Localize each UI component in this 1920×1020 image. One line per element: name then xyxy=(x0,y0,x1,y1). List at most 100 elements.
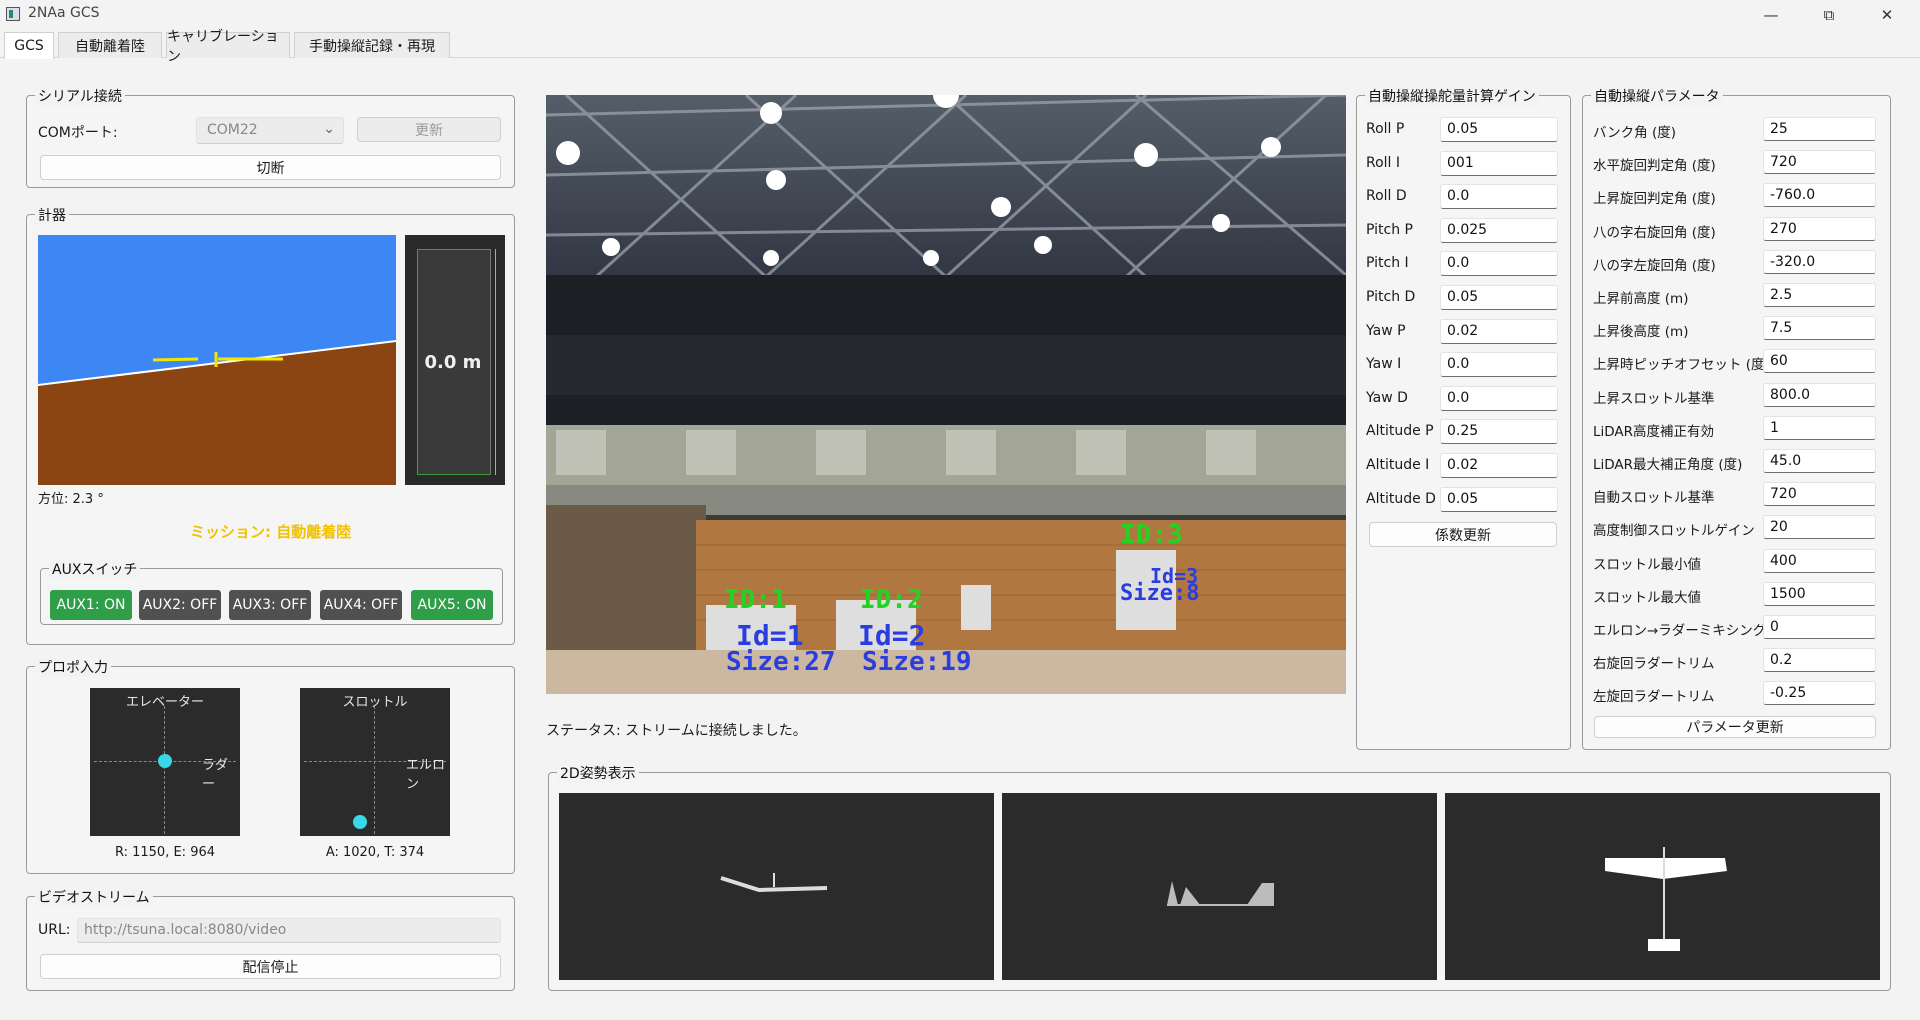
marker-2-size: Size:19 xyxy=(862,647,972,677)
left-stick-readout: R: 1150, E: 964 xyxy=(114,845,216,860)
tab-calibration[interactable]: キャリブレーション xyxy=(166,29,290,65)
gain-input[interactable]: 0.0 xyxy=(1440,352,1558,378)
param-label: 上昇スロットル基準 xyxy=(1593,390,1715,407)
wing-left xyxy=(152,357,199,362)
param-label: 自動スロットル基準 xyxy=(1593,490,1715,507)
param-label: LiDAR最大補正角度 (度) xyxy=(1593,457,1743,473)
param-label: エルロン→ラダーミキシング xyxy=(1593,623,1767,639)
param-label: 上昇時ピッチオフセット (度) xyxy=(1593,357,1770,374)
maximize-icon[interactable]: ⧉ xyxy=(1806,2,1852,28)
param-input[interactable]: 0.2 xyxy=(1763,648,1876,673)
gain-input[interactable]: 0.05 xyxy=(1440,285,1558,310)
param-input[interactable]: -0.25 xyxy=(1763,681,1876,706)
marker-1-size: Size:27 xyxy=(726,647,836,677)
aux-group-title: AUXスイッチ xyxy=(49,559,141,579)
url-input[interactable]: http://tsuna.local:8080/video xyxy=(77,918,501,943)
gain-input[interactable]: 001 xyxy=(1440,150,1558,176)
close-icon[interactable]: ✕ xyxy=(1864,2,1910,28)
app-icon xyxy=(6,7,20,21)
marker-2-id: ID:2 xyxy=(860,585,923,615)
refresh-button[interactable]: 更新 xyxy=(357,117,501,142)
param-input[interactable]: 400 xyxy=(1763,548,1876,573)
param-label: 右旋回ラダートリム xyxy=(1593,656,1715,673)
param-label: LiDAR高度補正有効 xyxy=(1593,423,1715,440)
window-title: 2NAa GCS xyxy=(28,5,100,21)
aux2-button[interactable]: AUX2: OFF xyxy=(139,590,221,620)
marker-1-id: ID:1 xyxy=(724,585,787,615)
aux5-button[interactable]: AUX5: ON xyxy=(411,590,493,620)
gain-input[interactable]: 0.05 xyxy=(1440,486,1558,512)
param-label: スロットル最大値 xyxy=(1593,589,1701,606)
com-port-label: COMポート: xyxy=(38,125,118,141)
param-label: 上昇旋回判定角 (度) xyxy=(1593,191,1716,208)
attitude-side-view xyxy=(1002,793,1437,980)
param-label: 左旋回ラダートリム xyxy=(1593,689,1715,706)
gain-label: Pitch P xyxy=(1366,221,1413,238)
minimize-icon[interactable]: — xyxy=(1748,2,1794,28)
param-input[interactable]: 720 xyxy=(1763,150,1876,175)
gain-input[interactable]: 0.02 xyxy=(1440,318,1558,344)
param-label: バンク角 (度) xyxy=(1593,125,1676,141)
com-port-value: COM22 xyxy=(207,122,258,138)
right-stick-position xyxy=(353,815,367,829)
aileron-axis-label: エルロン xyxy=(406,758,446,792)
param-input[interactable]: -760.0 xyxy=(1763,183,1876,208)
heading-readout: 方位: 2.3 ° xyxy=(38,492,104,507)
chevron-down-icon: ⌄ xyxy=(323,121,335,137)
param-input[interactable]: 60 xyxy=(1763,349,1876,374)
camera-feed: ID:1 Id=1 Size:27 ID:2 Id=2 Size:19 ID:3… xyxy=(546,95,1346,694)
tab-auto-takeoff-landing[interactable]: 自動離着陸 xyxy=(58,32,162,58)
gain-label: Altitude D xyxy=(1366,490,1436,507)
param-input[interactable]: 270 xyxy=(1763,216,1876,241)
param-label: 上昇前高度 (m) xyxy=(1593,291,1689,307)
param-input[interactable]: 720 xyxy=(1763,482,1876,507)
com-port-select[interactable]: COM22 ⌄ xyxy=(196,117,344,144)
update-params-button[interactable]: パラメータ更新 xyxy=(1594,716,1876,738)
param-input[interactable]: 7.5 xyxy=(1763,316,1876,341)
aux3-button[interactable]: AUX3: OFF xyxy=(229,590,311,620)
gain-input[interactable]: 0.05 xyxy=(1440,117,1558,142)
gain-input[interactable]: 0.0 xyxy=(1440,385,1558,411)
attitude-front-view xyxy=(559,793,994,980)
params-group-title: 自動操縦パラメータ xyxy=(1591,86,1723,106)
stream-status: ステータス: ストリームに接続しました。 xyxy=(546,723,807,739)
disconnect-button[interactable]: 切断 xyxy=(40,155,501,180)
gain-label: Roll D xyxy=(1366,188,1407,205)
mission-label: ミッション: 自動離着陸 xyxy=(190,523,352,541)
rudder-axis-label: ラダー xyxy=(202,758,229,792)
gain-label: Altitude P xyxy=(1366,423,1434,440)
gain-input[interactable]: 0.025 xyxy=(1440,217,1558,243)
gain-input[interactable]: 0.0 xyxy=(1440,251,1558,277)
tab-manual-record-replay[interactable]: 手動操縦記録・再現 xyxy=(294,32,450,58)
param-input[interactable]: 800.0 xyxy=(1763,382,1876,407)
left-stick-label: エレベーター xyxy=(125,695,204,710)
gain-label: Yaw P xyxy=(1366,322,1406,339)
param-input[interactable]: 25 xyxy=(1763,117,1876,141)
param-label: 八の字左旋回角 (度) xyxy=(1593,257,1716,274)
gain-input[interactable]: 0.0 xyxy=(1440,184,1558,210)
aux4-button[interactable]: AUX4: OFF xyxy=(320,590,402,620)
param-input[interactable]: -320.0 xyxy=(1763,249,1876,274)
param-input[interactable]: 1 xyxy=(1763,415,1876,440)
param-input[interactable]: 20 xyxy=(1763,515,1876,540)
gains-group-title: 自動操縦操舵量計算ゲイン xyxy=(1365,86,1539,106)
gain-label: Yaw I xyxy=(1366,356,1402,373)
param-input[interactable]: 2.5 xyxy=(1763,283,1876,307)
tab-gcs[interactable]: GCS xyxy=(4,32,54,59)
gain-input[interactable]: 0.25 xyxy=(1440,419,1558,445)
param-label: 高度制御スロットルゲイン xyxy=(1593,523,1755,540)
attitude-indicator xyxy=(38,235,396,485)
propo-group-title: プロポ入力 xyxy=(35,657,111,677)
update-gains-button[interactable]: 係数更新 xyxy=(1369,522,1557,547)
param-input[interactable]: 45.0 xyxy=(1763,449,1876,473)
right-stick-label: スロットル xyxy=(342,695,408,710)
param-input[interactable]: 0 xyxy=(1763,615,1876,639)
right-stick-display: スロットル エルロン xyxy=(300,688,450,836)
param-input[interactable]: 1500 xyxy=(1763,581,1876,606)
gain-label: Pitch D xyxy=(1366,289,1416,305)
aux1-button[interactable]: AUX1: ON xyxy=(50,590,132,620)
left-stick-position xyxy=(158,754,172,768)
gain-input[interactable]: 0.02 xyxy=(1440,453,1558,478)
instruments-group-title: 計器 xyxy=(35,205,69,225)
stop-stream-button[interactable]: 配信停止 xyxy=(40,954,501,979)
